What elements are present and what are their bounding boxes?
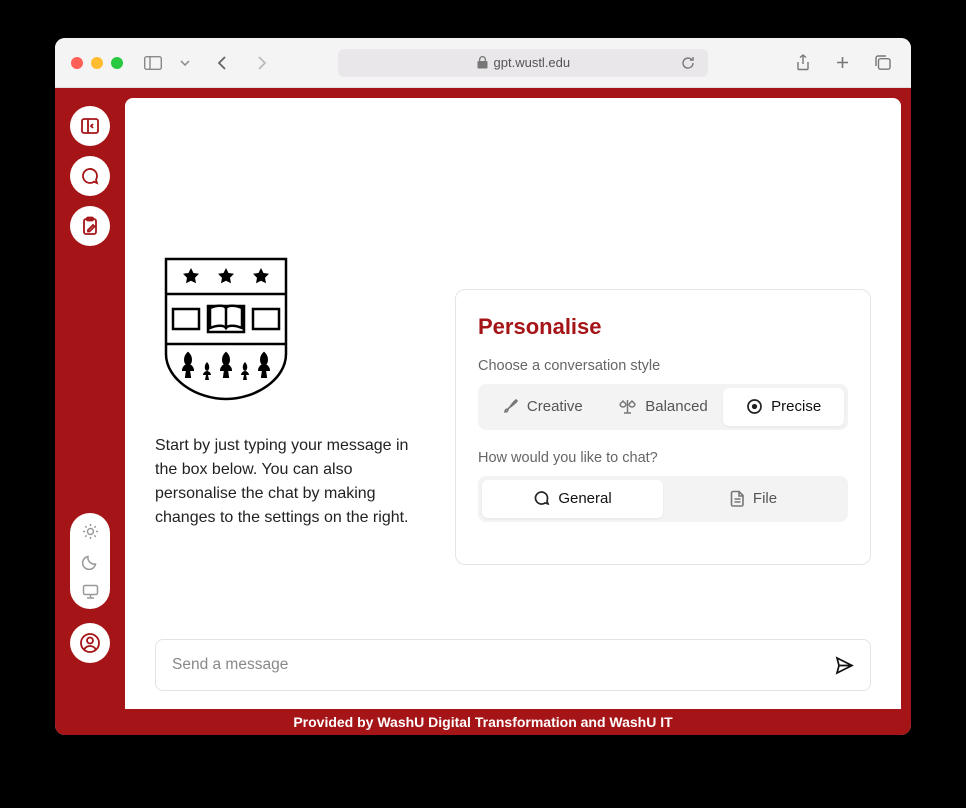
scales-icon: [618, 399, 637, 415]
main-panel: Start by just typing your message in the…: [125, 98, 901, 709]
app-container: Start by just typing your message in the…: [55, 88, 911, 709]
mode-general-button[interactable]: General: [482, 480, 663, 518]
send-button[interactable]: [835, 656, 854, 675]
sidebar-collapse-button[interactable]: [70, 106, 110, 146]
file-icon: [730, 490, 745, 507]
chat-icon: [80, 166, 100, 186]
theme-switcher: [70, 513, 110, 609]
style-creative-button[interactable]: Creative: [482, 388, 603, 426]
clipboard-edit-icon: [80, 216, 100, 236]
message-input[interactable]: [172, 656, 835, 674]
dropdown-chevron-icon[interactable]: [173, 51, 197, 75]
minimize-window-button[interactable]: [91, 57, 103, 69]
sidebar-notes-button[interactable]: [70, 206, 110, 246]
intro-column: Start by just typing your message in the…: [155, 134, 425, 619]
sun-icon: [82, 523, 99, 540]
style-precise-button[interactable]: Precise: [723, 388, 844, 426]
back-button[interactable]: [211, 51, 235, 75]
style-precise-label: Precise: [771, 398, 821, 415]
footer-text: Provided by WashU Digital Transformation…: [55, 709, 911, 735]
share-button[interactable]: [791, 51, 815, 75]
style-balanced-label: Balanced: [645, 398, 708, 415]
style-label: Choose a conversation style: [478, 358, 848, 374]
browser-titlebar: gpt.wustl.edu: [55, 38, 911, 88]
monitor-icon: [82, 584, 99, 599]
send-icon: [835, 656, 854, 675]
personalise-title: Personalise: [478, 314, 848, 340]
sidebar: [55, 88, 125, 709]
reload-button[interactable]: [676, 51, 700, 75]
sidebar-chat-button[interactable]: [70, 156, 110, 196]
new-tab-button[interactable]: [831, 51, 855, 75]
style-creative-label: Creative: [527, 398, 583, 415]
intro-text: Start by just typing your message in the…: [155, 434, 425, 530]
panel-collapse-icon: [80, 116, 100, 136]
url-text: gpt.wustl.edu: [494, 55, 571, 70]
dark-theme-button[interactable]: [82, 554, 98, 570]
message-input-row: [155, 639, 871, 691]
light-theme-button[interactable]: [82, 523, 99, 540]
mode-file-button[interactable]: File: [663, 480, 844, 518]
style-balanced-button[interactable]: Balanced: [603, 388, 724, 426]
maximize-window-button[interactable]: [111, 57, 123, 69]
sidebar-toggle-icon[interactable]: [141, 51, 165, 75]
user-icon: [79, 632, 101, 654]
close-window-button[interactable]: [71, 57, 83, 69]
content-area: Start by just typing your message in the…: [125, 98, 901, 639]
brush-icon: [502, 398, 519, 415]
chat-bubble-icon: [533, 490, 550, 507]
personalise-card: Personalise Choose a conversation style …: [455, 289, 871, 565]
url-bar[interactable]: gpt.wustl.edu: [338, 49, 708, 77]
system-theme-button[interactable]: [82, 584, 99, 599]
target-icon: [746, 398, 763, 415]
mode-general-label: General: [558, 490, 611, 507]
window-controls: [71, 57, 123, 69]
style-segmented-control: Creative Balanced Precise: [478, 384, 848, 430]
mode-file-label: File: [753, 490, 777, 507]
forward-button[interactable]: [249, 51, 273, 75]
lock-icon: [477, 56, 488, 69]
personalise-column: Personalise Choose a conversation style …: [455, 134, 871, 619]
mode-segmented-control: General File: [478, 476, 848, 522]
browser-window: gpt.wustl.edu: [55, 38, 911, 735]
tabs-overview-button[interactable]: [871, 51, 895, 75]
moon-icon: [82, 554, 98, 570]
sidebar-profile-button[interactable]: [70, 623, 110, 663]
washu-shield-logo: [161, 254, 291, 404]
mode-label: How would you like to chat?: [478, 450, 848, 466]
